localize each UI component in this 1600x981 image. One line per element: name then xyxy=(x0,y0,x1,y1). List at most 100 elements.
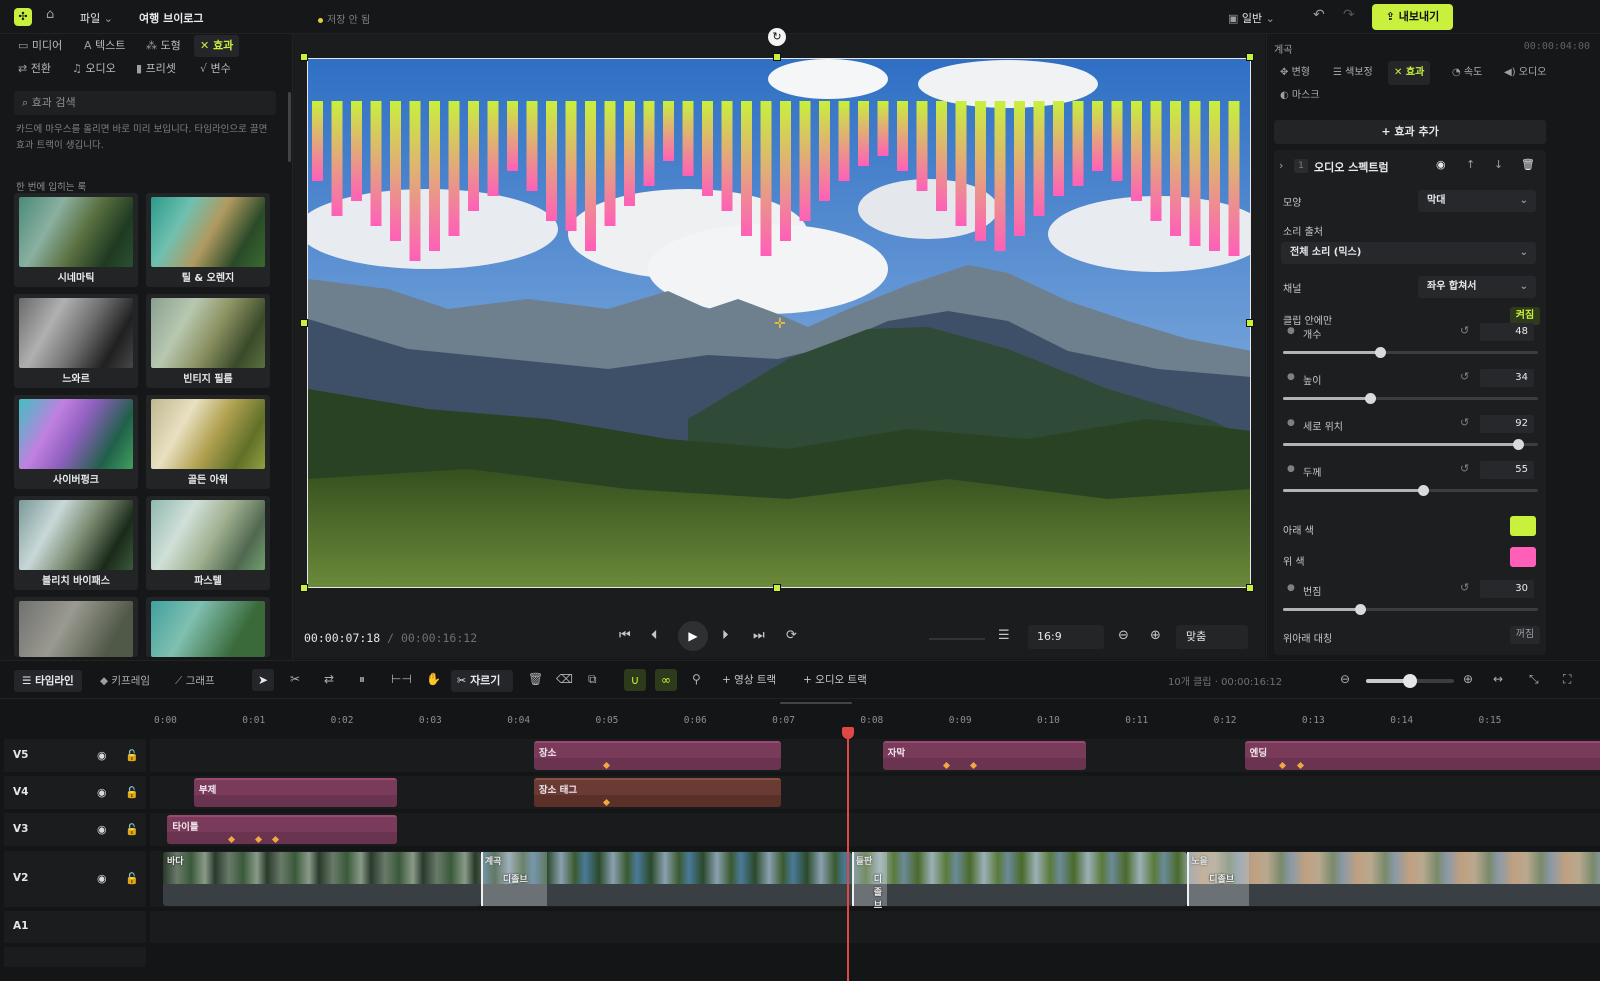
zoom-fit-select[interactable]: 맞춤 xyxy=(1176,625,1248,649)
slider-knob[interactable] xyxy=(1374,347,1386,358)
delete-icon[interactable]: 🗑 xyxy=(528,672,543,686)
tab-keyframes[interactable]: ◆ 키프레임 xyxy=(92,670,158,692)
look-card-teal-orange[interactable]: 틸 & 오렌지 xyxy=(146,193,270,287)
tab-shapes[interactable]: ⁂ 도형 xyxy=(140,35,187,57)
resize-handle[interactable] xyxy=(300,584,308,592)
track-lane[interactable] xyxy=(150,911,1600,943)
tab-mask[interactable]: ◐ 마스크 xyxy=(1274,84,1326,108)
keyframe-toggle-icon[interactable]: ● xyxy=(1287,372,1295,382)
playhead[interactable] xyxy=(842,727,855,981)
look-card-cinematic[interactable]: 시네마틱 xyxy=(14,193,138,287)
reset-icon[interactable]: ↺ xyxy=(1460,462,1469,475)
fit-width-icon[interactable]: ↔ xyxy=(1493,672,1503,686)
look-card-cyberpunk[interactable]: 사이버펑크 xyxy=(14,395,138,489)
title-clip[interactable]: 장소 태그 xyxy=(533,778,782,807)
look-card-vintage-film[interactable]: 빈티지 필름 xyxy=(146,294,270,388)
play-button[interactable]: ▶ xyxy=(678,621,708,651)
bottom-color-swatch[interactable] xyxy=(1510,516,1536,536)
resize-handle[interactable] xyxy=(773,53,781,61)
look-card-pastel[interactable]: 파스텔 xyxy=(146,496,270,590)
aspect-ratio-select[interactable]: 16:9 xyxy=(1028,625,1104,649)
keyframe-marker[interactable] xyxy=(943,761,951,770)
blur-value[interactable]: 30 xyxy=(1480,580,1534,598)
tab-variables[interactable]: √ 변수 xyxy=(194,58,237,80)
tab-media[interactable]: ▭ 미디어 xyxy=(12,35,68,57)
keyframe-marker[interactable] xyxy=(228,835,236,844)
tab-effects[interactable]: ✕ 효과 xyxy=(1388,61,1431,85)
link-icon[interactable]: ∞ xyxy=(655,669,677,691)
skip-to-start-icon[interactable]: ⏮ xyxy=(619,628,631,643)
title-clip[interactable]: 부제 xyxy=(193,778,397,807)
zoom-out-icon[interactable]: ⊖ xyxy=(1118,628,1129,643)
anchor-point-icon[interactable]: ✛ xyxy=(774,316,786,332)
undo-icon[interactable]: ↶ xyxy=(1313,8,1325,22)
slider-knob[interactable] xyxy=(1354,604,1366,615)
slider-value[interactable]: 55 xyxy=(1480,461,1534,479)
loop-icon[interactable]: ⟳ xyxy=(786,628,797,643)
lock-icon[interactable]: 🔓 xyxy=(125,786,139,799)
track-header-v4[interactable]: V4 ◉ 🔓 xyxy=(4,776,146,809)
look-card-partial[interactable] xyxy=(14,597,138,657)
keyframe-marker[interactable] xyxy=(603,798,611,807)
razor-tool-icon[interactable]: ✂ xyxy=(290,672,300,686)
keyframe-toggle-icon[interactable]: ● xyxy=(1287,464,1295,474)
effect-slider[interactable] xyxy=(1283,347,1538,358)
eye-icon[interactable]: ◉ xyxy=(97,749,107,762)
redo-icon[interactable]: ↷ xyxy=(1343,8,1355,22)
tab-transitions[interactable]: ⇄ 전환 xyxy=(12,58,57,80)
slider-knob[interactable] xyxy=(1512,439,1524,450)
track-header-v2[interactable]: V2 ◉ 🔓 xyxy=(4,851,146,907)
lock-icon[interactable]: 🔓 xyxy=(125,872,139,885)
select-tool-icon[interactable]: ➤ xyxy=(252,669,274,691)
lock-icon[interactable]: 🔓 xyxy=(125,749,139,762)
resize-handle[interactable] xyxy=(1246,584,1254,592)
cut-button[interactable]: ✂ 자르기 xyxy=(451,670,513,692)
add-effect-button[interactable]: + 효과 추가 xyxy=(1274,120,1546,144)
slider-value[interactable]: 34 xyxy=(1480,369,1534,387)
keyframe-marker[interactable] xyxy=(1296,761,1304,770)
zoom-in-icon[interactable]: ⊕ xyxy=(1463,672,1473,686)
left-scrollbar[interactable] xyxy=(288,92,291,162)
fullscreen-icon[interactable]: ⛶ xyxy=(1563,672,1571,687)
layout-menu[interactable]: ▣ 일반 ⌄ xyxy=(1228,10,1275,26)
tab-transform[interactable]: ✥ 변형 xyxy=(1274,61,1316,85)
trash-icon[interactable]: 🗑 xyxy=(1521,159,1535,170)
resize-handle[interactable] xyxy=(300,53,308,61)
slider-knob[interactable] xyxy=(1403,674,1417,688)
transition-dissolve[interactable]: 디졸브 xyxy=(1187,852,1250,906)
ripple-tool-icon[interactable]: ⊢⊣ xyxy=(391,672,412,686)
look-card-noir[interactable]: 느와르 xyxy=(14,294,138,388)
duplicate-icon[interactable]: ⧉ xyxy=(588,672,597,687)
move-down-icon[interactable]: ↓ xyxy=(1494,159,1503,170)
effect-slider[interactable] xyxy=(1283,393,1538,404)
top-color-swatch[interactable] xyxy=(1510,547,1536,567)
keyframe-marker[interactable] xyxy=(1278,761,1287,770)
reset-icon[interactable]: ↺ xyxy=(1460,324,1469,337)
track-header-v3[interactable]: V3 ◉ 🔓 xyxy=(4,813,146,846)
home-icon[interactable]: ⌂ xyxy=(46,8,54,21)
effect-slider[interactable] xyxy=(1283,439,1538,450)
keyframe-toggle-icon[interactable]: ● xyxy=(1287,418,1295,428)
timeline-zoom-slider[interactable] xyxy=(1366,674,1454,688)
zoom-out-icon[interactable]: ⊖ xyxy=(1340,672,1350,686)
look-card-golden-hour[interactable]: 골든 아워 xyxy=(146,395,270,489)
tab-speed[interactable]: ◔ 속도 xyxy=(1446,61,1488,85)
lock-icon[interactable]: 🔓 xyxy=(125,823,139,836)
time-ruler[interactable]: 0:00 0:01 0:02 0:03 0:04 0:05 0:06 0:07 0:08 0:09… xyxy=(150,711,1600,735)
slider-value[interactable]: 48 xyxy=(1480,323,1534,341)
title-clip[interactable]: 타이틀 xyxy=(167,815,397,844)
resize-handle[interactable] xyxy=(1246,53,1254,61)
shape-select[interactable]: 막대 ⌄ xyxy=(1418,190,1536,212)
title-clip[interactable]: 장소 xyxy=(533,741,782,770)
zoom-in-icon[interactable]: ⊕ xyxy=(1150,628,1161,643)
chevron-right-icon[interactable]: › xyxy=(1279,160,1283,171)
transition-dissolve[interactable]: 디졸브 xyxy=(480,852,548,906)
title-clip[interactable]: 엔딩 xyxy=(1244,741,1600,770)
magnet-snap-icon[interactable]: ∪ xyxy=(624,669,646,691)
slider-knob[interactable] xyxy=(1364,393,1376,404)
slider-value[interactable]: 92 xyxy=(1480,415,1534,433)
tab-timeline[interactable]: ☰ 타임라인 xyxy=(14,670,82,692)
move-up-icon[interactable]: ↑ xyxy=(1466,159,1475,170)
mirror-toggle[interactable]: 꺼짐 xyxy=(1510,626,1540,644)
slip-tool-icon[interactable]: ⇄ xyxy=(324,672,334,686)
